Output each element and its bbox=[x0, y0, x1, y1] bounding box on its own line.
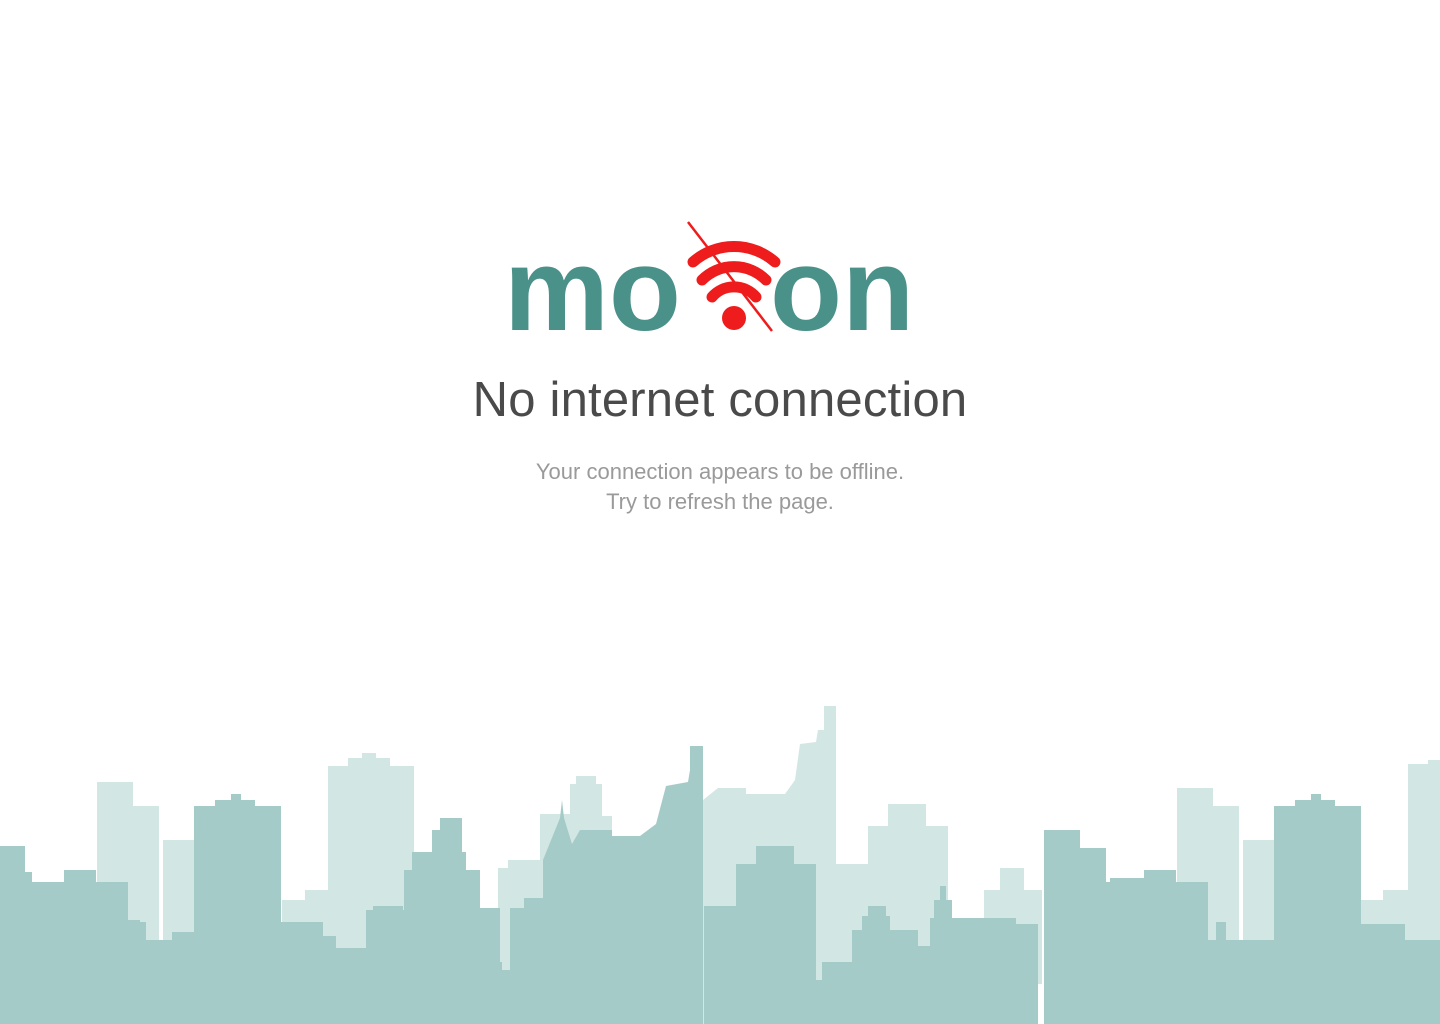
status-message: Your connection appears to be offline. T… bbox=[0, 457, 1440, 517]
skyline-svg bbox=[0, 706, 1440, 1024]
skyline-gap bbox=[1038, 984, 1044, 1024]
logo-svg: mo on bbox=[504, 221, 914, 342]
logo-text-right: on bbox=[770, 224, 914, 342]
city-skyline-illustration bbox=[0, 700, 1440, 1024]
status-message-line-2: Try to refresh the page. bbox=[606, 489, 834, 514]
page-title: No internet connection bbox=[472, 373, 968, 427]
offline-page: mo on No internet connection Your connec… bbox=[0, 0, 1440, 1024]
logo-text-left: mo bbox=[504, 224, 681, 342]
brand-logo: mo on bbox=[500, 212, 940, 342]
status-message-line-1: Your connection appears to be offline. bbox=[535, 459, 905, 484]
wifi-off-icon bbox=[687, 221, 781, 332]
